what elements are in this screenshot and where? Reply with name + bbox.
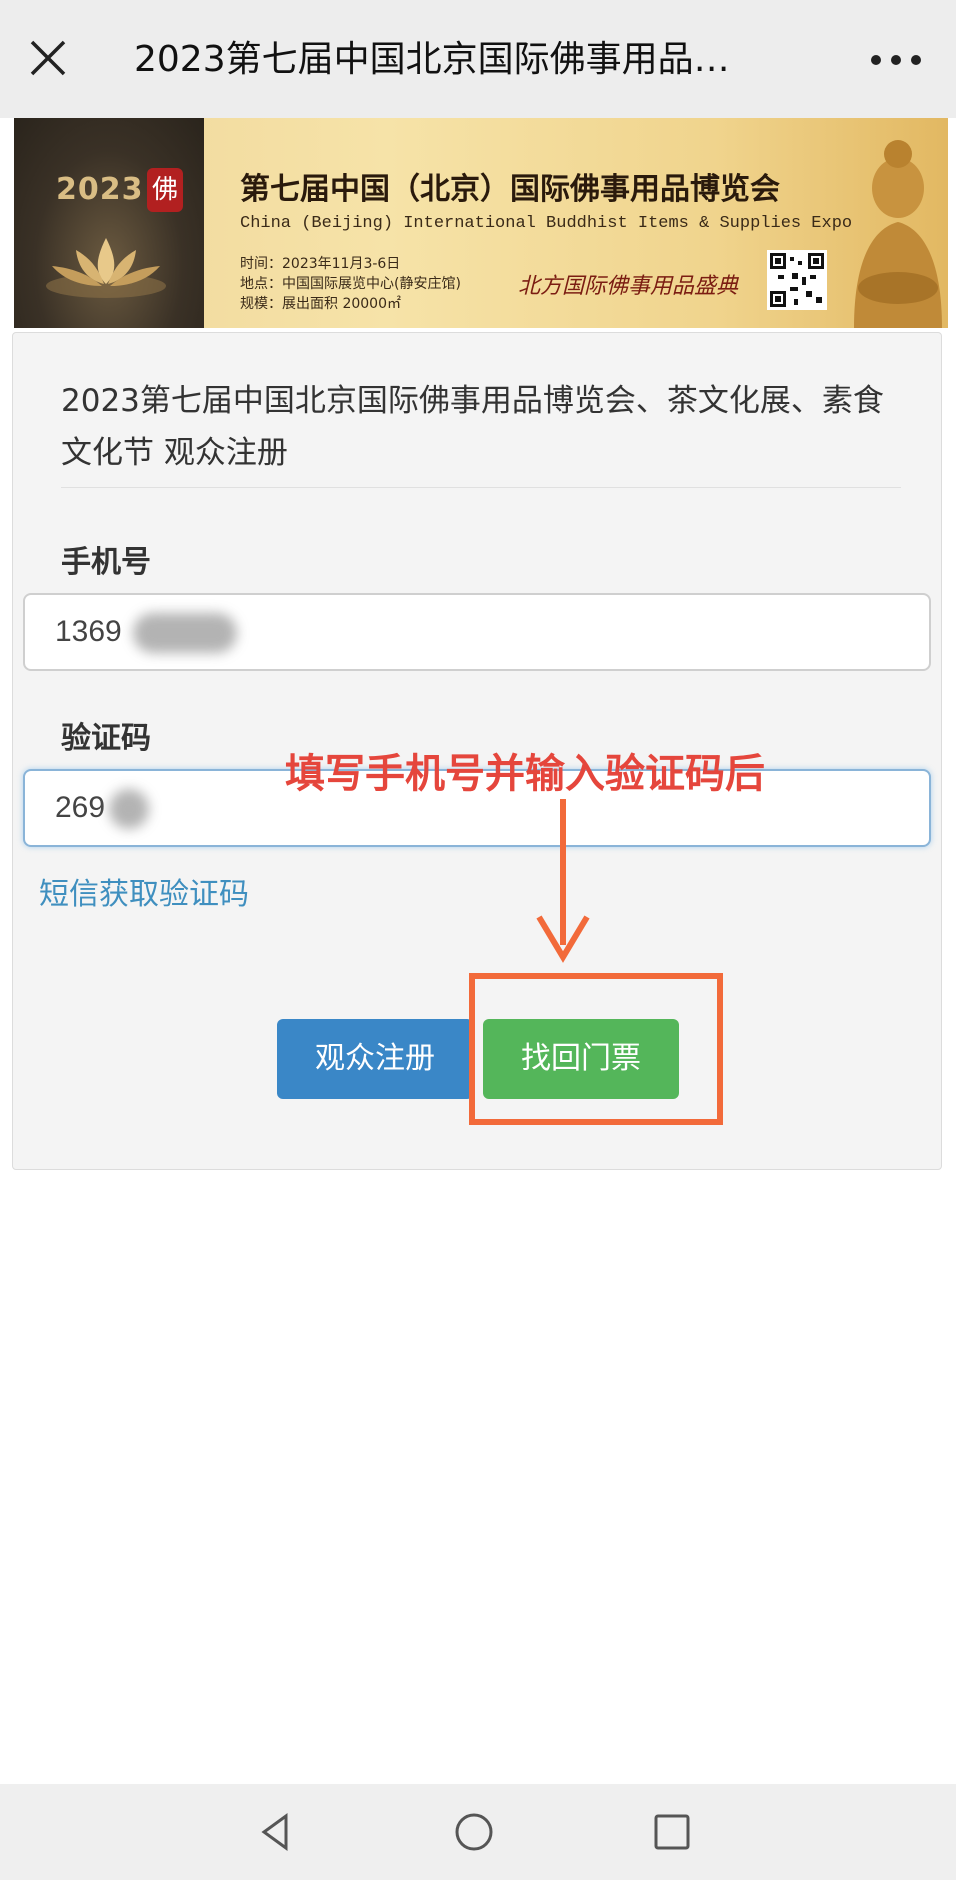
phone-label: 手机号 bbox=[61, 545, 151, 580]
code-value: 269 bbox=[55, 791, 106, 824]
annotation-highlight-box bbox=[469, 973, 723, 1125]
buddha-statue-icon bbox=[854, 140, 942, 328]
banner-location: 地点：中国国际展览中心(静安庄馆) bbox=[240, 276, 461, 292]
recents-square-icon[interactable] bbox=[652, 1812, 692, 1852]
qr-code-icon bbox=[767, 250, 827, 310]
phone-value: 1369 bbox=[55, 615, 122, 648]
lotus-icon bbox=[46, 238, 166, 298]
back-triangle-icon[interactable] bbox=[256, 1812, 296, 1852]
top-bar: 2023第七届中国北京国际佛事用品… bbox=[0, 0, 956, 118]
banner-lotus-panel: 2023 佛 bbox=[14, 118, 204, 328]
get-sms-code-link[interactable]: 短信获取验证码 bbox=[39, 869, 249, 913]
divider bbox=[61, 487, 901, 488]
expo-banner: 2023 佛 第七届中国（北京）国际佛事用品博览会 China (Beijing… bbox=[14, 118, 948, 328]
banner-seal: 佛 bbox=[147, 168, 183, 212]
close-icon[interactable] bbox=[26, 36, 70, 80]
code-redaction bbox=[109, 789, 149, 829]
banner-time: 时间：2023年11月3-6日 bbox=[240, 256, 401, 272]
banner-title: 第七届中国（北京）国际佛事用品博览会 bbox=[240, 172, 780, 207]
page-title: 2023第七届中国北京国际佛事用品… bbox=[134, 39, 730, 80]
home-circle-icon[interactable] bbox=[454, 1812, 494, 1852]
form-title: 2023第七届中国北京国际佛事用品博览会、茶文化展、素食文化节 观众注册 bbox=[61, 383, 884, 471]
banner-signature: 北方国际佛事用品盛典 bbox=[518, 274, 739, 299]
banner-scale: 规模：展出面积 20000㎡ bbox=[240, 296, 401, 312]
banner-info: 时间：2023年11月3-6日 地点：中国国际展览中心(静安庄馆) 规模：展出面… bbox=[240, 254, 461, 314]
annotation-text: 填写手机号并输入验证码后 bbox=[285, 751, 765, 797]
code-label: 验证码 bbox=[61, 721, 151, 756]
phone-redaction bbox=[133, 613, 237, 653]
register-button[interactable]: 观众注册 bbox=[277, 1019, 473, 1099]
registration-card: 2023第七届中国北京国际佛事用品博览会、茶文化展、素食文化节 观众注册 手机号… bbox=[12, 332, 942, 1170]
more-icon[interactable] bbox=[866, 48, 926, 72]
arrow-down-icon bbox=[536, 799, 590, 963]
banner-subtitle-en: China (Beijing) International Buddhist I… bbox=[240, 214, 853, 233]
banner-year: 2023 bbox=[56, 172, 144, 207]
system-nav-bar bbox=[0, 1784, 956, 1880]
